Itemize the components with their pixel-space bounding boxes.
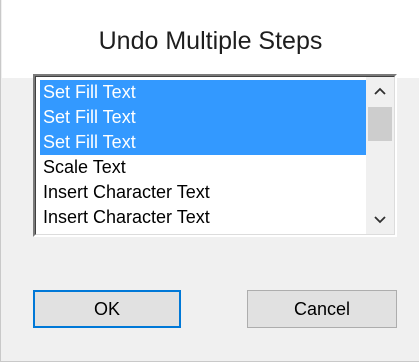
scrollbar-thumb[interactable]	[368, 107, 392, 141]
ok-button[interactable]: OK	[33, 290, 181, 328]
list-item[interactable]: Insert Character Text	[40, 180, 366, 205]
vertical-scrollbar[interactable]	[366, 77, 394, 234]
chevron-down-icon	[374, 216, 386, 224]
scroll-down-button[interactable]	[366, 206, 394, 234]
scroll-up-button[interactable]	[366, 77, 394, 105]
list-item[interactable]: Set Fill Text	[40, 130, 366, 155]
listbox-frame: Set Fill Text Set Fill Text Set Fill Tex…	[35, 76, 395, 235]
list-item[interactable]: Set Fill Text	[40, 80, 366, 105]
cancel-button[interactable]: Cancel	[247, 290, 397, 328]
list-item[interactable]: Scale Text	[40, 155, 366, 180]
list-item[interactable]: Insert Character Text	[40, 205, 366, 230]
undo-steps-list: Set Fill Text Set Fill Text Set Fill Tex…	[40, 80, 366, 230]
list-item[interactable]: Set Fill Text	[40, 105, 366, 130]
dialog-title: Undo Multiple Steps	[2, 0, 419, 78]
undo-multiple-steps-dialog: Undo Multiple Steps Set Fill Text Set Fi…	[0, 0, 419, 362]
undo-steps-listbox[interactable]: Set Fill Text Set Fill Text Set Fill Tex…	[33, 74, 397, 237]
chevron-up-icon	[374, 87, 386, 95]
